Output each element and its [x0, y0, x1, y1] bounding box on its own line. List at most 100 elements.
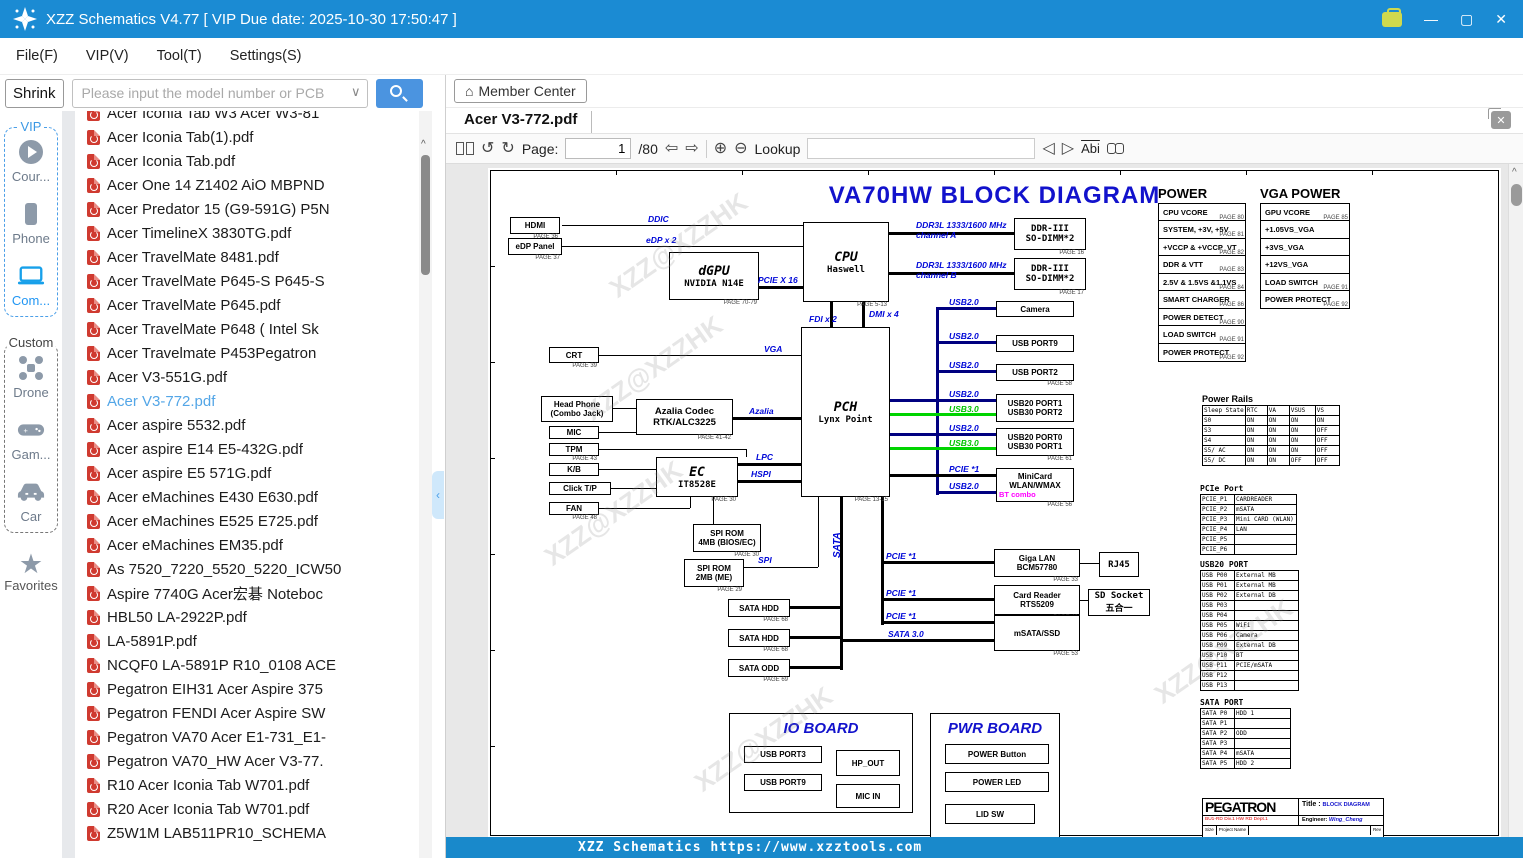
chevron-down-icon[interactable]: ∨ — [351, 84, 361, 100]
sidebar-item-computer[interactable]: Com... — [12, 262, 50, 308]
bus-label: USB2.0 — [949, 331, 979, 341]
file-name: HBL50 LA-2922P.pdf — [107, 608, 247, 626]
list-item[interactable]: Acer Travelmate P453Pegatron — [75, 341, 419, 365]
next-page-icon[interactable]: ⇨ — [685, 140, 698, 157]
list-item[interactable]: Acer TravelMate P648 ( Intel Sk — [75, 317, 419, 341]
menu-settings[interactable]: Settings(S) — [230, 48, 302, 64]
zoom-out-icon[interactable]: ⊖ — [734, 140, 747, 157]
shrink-button[interactable]: Shrink — [5, 78, 64, 108]
file-list-scrollbar[interactable]: ^ — [419, 111, 432, 858]
list-item[interactable]: Acer eMachines EM35.pdf — [75, 533, 419, 557]
gamepad-icon: + — [17, 416, 45, 444]
status-text: XZZ Schematics https://www.xzztools.com — [578, 840, 923, 855]
list-item[interactable]: Acer TravelMate 8481.pdf — [75, 245, 419, 269]
scroll-up-icon[interactable]: ^ — [421, 139, 426, 150]
list-item[interactable]: R20 Acer Iconia Tab W701.pdf — [75, 797, 419, 821]
list-item[interactable]: Acer TravelMate P645.pdf — [75, 293, 419, 317]
pegatron-logo: PEGATRON — [1203, 799, 1299, 815]
scrollbar-thumb[interactable] — [1511, 184, 1522, 206]
scrollbar-thumb[interactable] — [421, 155, 430, 275]
diagram-wire — [890, 447, 996, 450]
list-item[interactable]: Acer aspire E14 E5-432G.pdf — [75, 437, 419, 461]
sata-port-table: SATA PORT SATA P0 HDD 1 SATA P1 SATA P2 ODD SA… — [1200, 698, 1291, 769]
list-item[interactable]: Acer aspire E5 571G.pdf — [75, 461, 419, 485]
list-item[interactable]: Acer eMachines E525 E725.pdf — [75, 509, 419, 533]
match-case-icon[interactable]: Abi — [1081, 141, 1100, 156]
list-item[interactable]: Acer TimelineX 3830TG.pdf — [75, 221, 419, 245]
search-input[interactable] — [71, 78, 368, 108]
file-name: Pegatron EIH31 Acer Aspire 375 — [107, 680, 323, 698]
page-number-input[interactable] — [565, 138, 632, 159]
list-item[interactable]: Acer Iconia Tab W3 Acer W3-81 — [75, 111, 419, 125]
list-item[interactable]: Pegatron EIH31 Acer Aspire 375 — [75, 677, 419, 701]
zoom-in-icon[interactable]: ⊕ — [714, 140, 727, 157]
pdf-toolbar: ↺ ↻ Page: /80 ⇦ ⇨ ⊕ ⊖ Lookup ◁ ▷ Abi — [446, 134, 1523, 164]
sidebar-item-drone[interactable]: Drone — [13, 354, 49, 400]
pcie-port-table: PCIe Port PCIE_P1 CARDREADER PCIE_P2 mSATA PC… — [1200, 484, 1297, 555]
minimize-button[interactable]: — — [1424, 12, 1438, 26]
vip-briefcase-icon[interactable] — [1382, 7, 1403, 27]
rotate-right-icon[interactable]: ↻ — [501, 140, 514, 157]
tab-acer-v3-772[interactable]: Acer V3-772.pdf — [446, 111, 593, 133]
diagram-wire — [936, 370, 996, 373]
previous-page-icon[interactable]: ⇦ — [665, 140, 678, 157]
diagram-wire — [690, 497, 691, 508]
lookup-input[interactable] — [807, 138, 1036, 159]
list-item[interactable]: Acer Iconia Tab(1).pdf — [75, 125, 419, 149]
bus-label: DMI x 4 — [869, 309, 899, 319]
close-button[interactable]: ✕ — [1495, 12, 1507, 26]
collapse-panel-handle[interactable]: ‹ — [432, 471, 444, 519]
list-item[interactable]: Pegatron VA70_HW Acer V3-77. — [75, 749, 419, 773]
sidebar-item-game[interactable]: + Gam... — [11, 416, 51, 462]
list-item[interactable]: Acer Predator 15 (G9-591G) P5N — [75, 197, 419, 221]
find-next-icon[interactable]: ▷ — [1062, 140, 1074, 157]
diagram-wire — [1080, 563, 1099, 564]
member-center-button[interactable]: ⌂ Member Center — [454, 79, 587, 103]
bus-label: VGA — [764, 344, 783, 354]
list-item[interactable]: Acer V3-551G.pdf — [75, 365, 419, 389]
list-item[interactable]: Acer eMachines E430 E630.pdf — [75, 485, 419, 509]
menu-vip[interactable]: VIP(V) — [86, 48, 129, 64]
list-item[interactable]: Acer V3-772.pdf — [75, 389, 419, 413]
list-item[interactable]: Acer aspire 5532.pdf — [75, 413, 419, 437]
diagram-node-usb20-port0: USB20 PORT0 USB30 PORT1 PAGE 61 — [996, 428, 1074, 462]
list-item[interactable]: Acer TravelMate P645-S P645-S — [75, 269, 419, 293]
menu-tool[interactable]: Tool(T) — [157, 48, 202, 64]
binoculars-search-icon[interactable] — [1106, 143, 1124, 154]
list-item[interactable]: NCQF0 LA-5891P R10_0108 ACE — [75, 653, 419, 677]
two-page-view-icon[interactable] — [456, 142, 474, 155]
power-rails-table: Power Rails Sleep State RTC VA VSUS VS S0 ON ON O… — [1202, 394, 1340, 466]
find-previous-icon[interactable]: ◁ — [1042, 140, 1054, 157]
scroll-up-icon[interactable]: ^ — [1512, 167, 1517, 178]
pdf-file-icon — [87, 321, 100, 337]
maximize-button[interactable]: ▢ — [1460, 12, 1473, 26]
list-item[interactable]: LA-5891P.pdf — [75, 629, 419, 653]
canvas-scrollbar[interactable]: ^ — [1508, 164, 1523, 837]
list-item[interactable]: Z5W1M LAB511PR10_SCHEMA — [75, 821, 419, 845]
list-item[interactable]: HBL50 LA-2922P.pdf — [75, 605, 419, 629]
menu-file[interactable]: File(F) — [16, 48, 58, 64]
list-item[interactable]: As 7520_7220_5520_5220_ICW50 — [75, 557, 419, 581]
list-item[interactable]: Acer Iconia Tab.pdf — [75, 149, 419, 173]
power-box: DDR & VTT PAGE 83 — [1158, 255, 1246, 274]
pdf-file-icon — [87, 801, 100, 817]
sidebar-item-course[interactable]: Cour... — [12, 138, 50, 184]
diagram-node-dgpu: dGPU NVIDIA N14E PAGE 70-79 — [669, 252, 759, 306]
diagram-wire — [746, 449, 747, 457]
rotate-left-icon[interactable]: ↺ — [481, 140, 494, 157]
search-button[interactable] — [375, 78, 423, 108]
list-item[interactable]: Acer One 14 Z1402 AiO MBPND — [75, 173, 419, 197]
sidebar-item-car[interactable]: Car — [17, 478, 45, 524]
list-item[interactable]: Pegatron FENDI Acer Aspire SW — [75, 701, 419, 725]
sidebar-item-favorites[interactable]: ★ Favorites — [4, 551, 57, 594]
close-all-tabs-icon[interactable]: ✕ — [1488, 108, 1511, 129]
diagram-wire — [790, 666, 840, 669]
file-name: Acer Predator 15 (G9-591G) P5N — [107, 200, 330, 218]
list-item[interactable]: Aspire 7740G Acer宏碁 Noteboc — [75, 581, 419, 605]
list-item[interactable]: Pegatron VA70 Acer E1-731_E1- — [75, 725, 419, 749]
sidebar-item-phone[interactable]: Phone — [12, 200, 50, 246]
diagram-wire — [840, 639, 994, 642]
file-name: Acer eMachines E430 E630.pdf — [107, 488, 318, 506]
page-total: /80 — [638, 140, 658, 157]
list-item[interactable]: R10 Acer Iconia Tab W701.pdf — [75, 773, 419, 797]
